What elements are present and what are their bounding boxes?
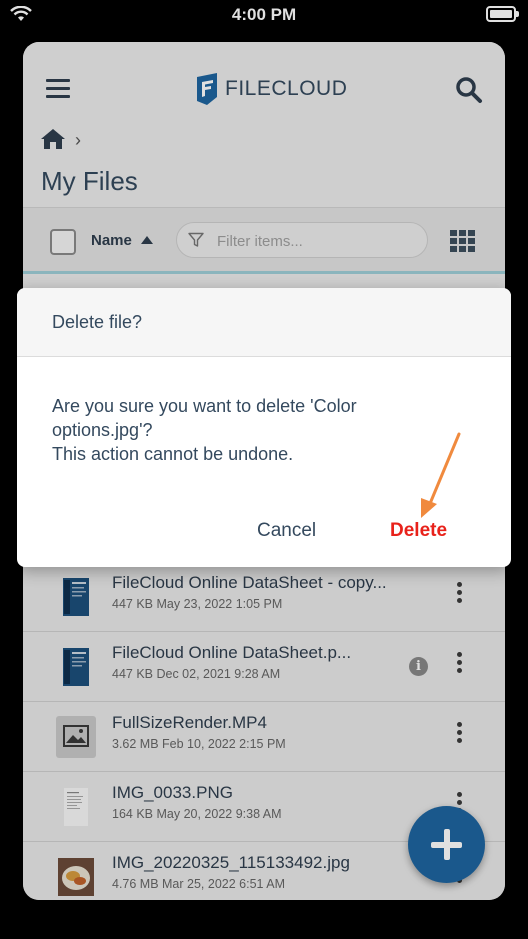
- dialog-message-line: Are you sure you want to delete 'Color: [52, 396, 357, 416]
- cancel-button[interactable]: Cancel: [257, 520, 316, 542]
- dialog-title: Delete file?: [52, 312, 143, 332]
- delete-file-dialog: Delete file? Are you sure you want to de…: [17, 288, 511, 567]
- dialog-message-line: options.jpg'?: [52, 420, 153, 440]
- annotation-arrow-icon: [421, 432, 461, 518]
- dialog-header: Delete file?: [17, 288, 511, 357]
- dialog-message: Are you sure you want to delete 'Color o…: [52, 394, 472, 466]
- dialog-message-line: This action cannot be undone.: [52, 444, 294, 464]
- delete-button[interactable]: Delete: [390, 520, 447, 542]
